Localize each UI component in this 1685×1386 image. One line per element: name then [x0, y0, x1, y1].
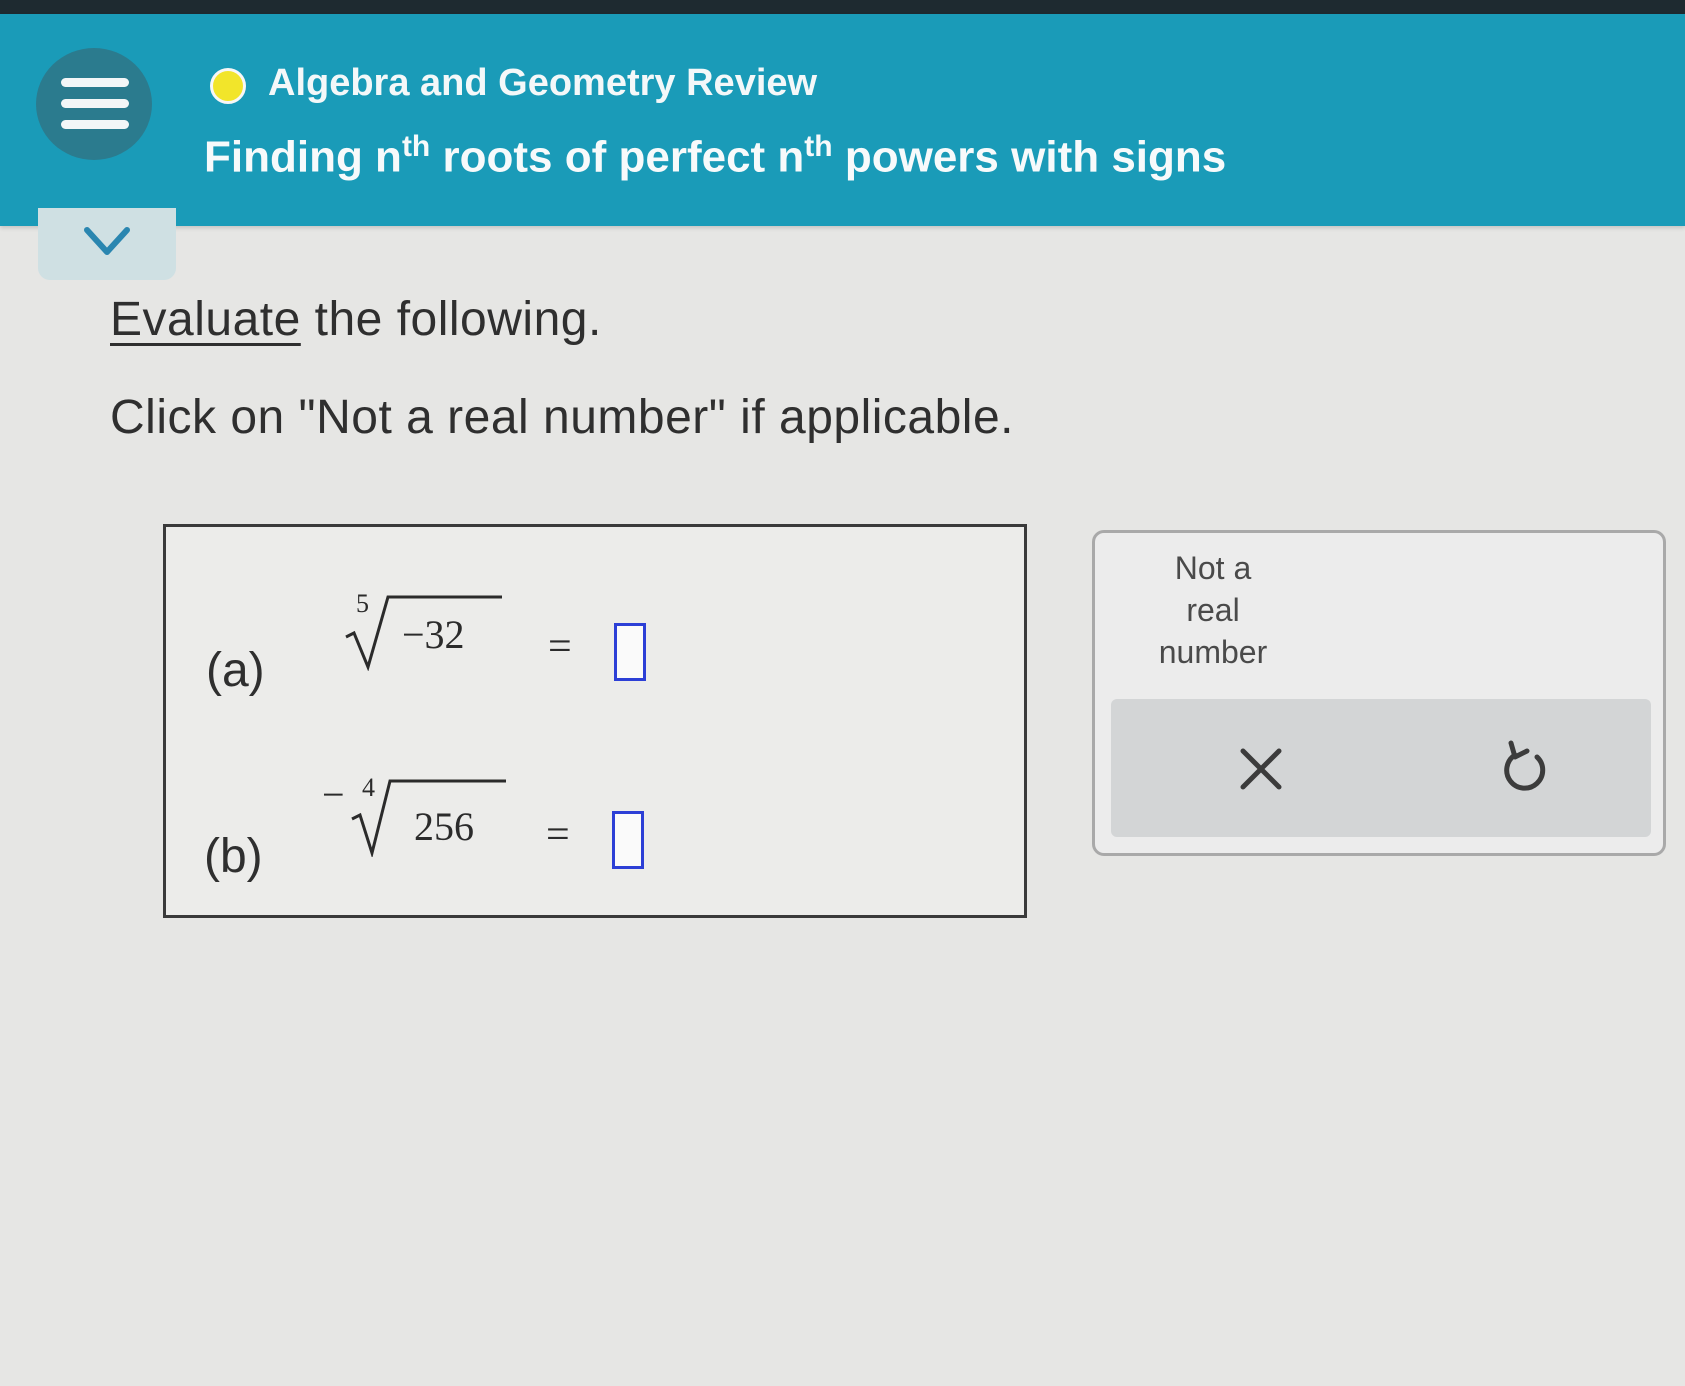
keypad-action-bar	[1111, 699, 1651, 837]
close-icon	[1240, 748, 1282, 790]
chevron-down-icon	[84, 227, 130, 255]
undo-button[interactable]	[1491, 733, 1561, 803]
evaluate-definition-link[interactable]: Evaluate	[110, 293, 301, 346]
instruction-line-1: Evaluate the following.	[110, 292, 602, 347]
instruction-text: the following.	[300, 293, 602, 346]
title-text-2: roots of perfect n	[430, 132, 805, 182]
part-b-label: (b)	[204, 830, 263, 883]
not-real-line-1: Not a	[1174, 550, 1252, 586]
title-text-3: powers with signs	[832, 132, 1227, 182]
part-a-radicand: −32	[402, 612, 465, 657]
collapse-header-button[interactable]	[38, 208, 176, 280]
not-a-real-number-button[interactable]: Not a real number	[1123, 547, 1303, 677]
header-bar: Algebra and Geometry Review Finding nth …	[0, 14, 1685, 226]
title-text-1: Finding n	[204, 132, 402, 182]
menu-button[interactable]	[36, 48, 152, 160]
hamburger-icon-bar	[61, 120, 129, 129]
topic-status-icon	[210, 68, 246, 104]
part-a-equals: =	[548, 624, 572, 670]
title-superscript-2: th	[804, 130, 833, 163]
not-real-line-2: real	[1186, 592, 1240, 628]
title-superscript-1: th	[401, 130, 431, 163]
problem-box: (a) 5 −32 = (b) − 4 256 =	[163, 524, 1027, 918]
part-b-answer-input[interactable]	[612, 811, 644, 869]
part-b-equals: =	[546, 812, 570, 858]
part-a-label: (a)	[206, 644, 265, 697]
part-a-answer-input[interactable]	[614, 623, 646, 681]
undo-icon	[1504, 740, 1546, 791]
page-title: Finding nth roots of perfect nth powers …	[204, 130, 1226, 183]
part-b-negative-sign: −	[322, 772, 345, 817]
answer-keypad: Not a real number	[1092, 530, 1666, 856]
clear-button[interactable]	[1221, 729, 1301, 809]
instruction-line-2: Click on "Not a real number" if applicab…	[110, 391, 1014, 444]
hamburger-icon	[61, 78, 129, 87]
topic-label: Algebra and Geometry Review	[268, 62, 818, 104]
not-real-line-3: number	[1158, 634, 1268, 670]
part-b-radicand: 256	[414, 804, 474, 849]
hamburger-icon-bar	[61, 99, 129, 108]
